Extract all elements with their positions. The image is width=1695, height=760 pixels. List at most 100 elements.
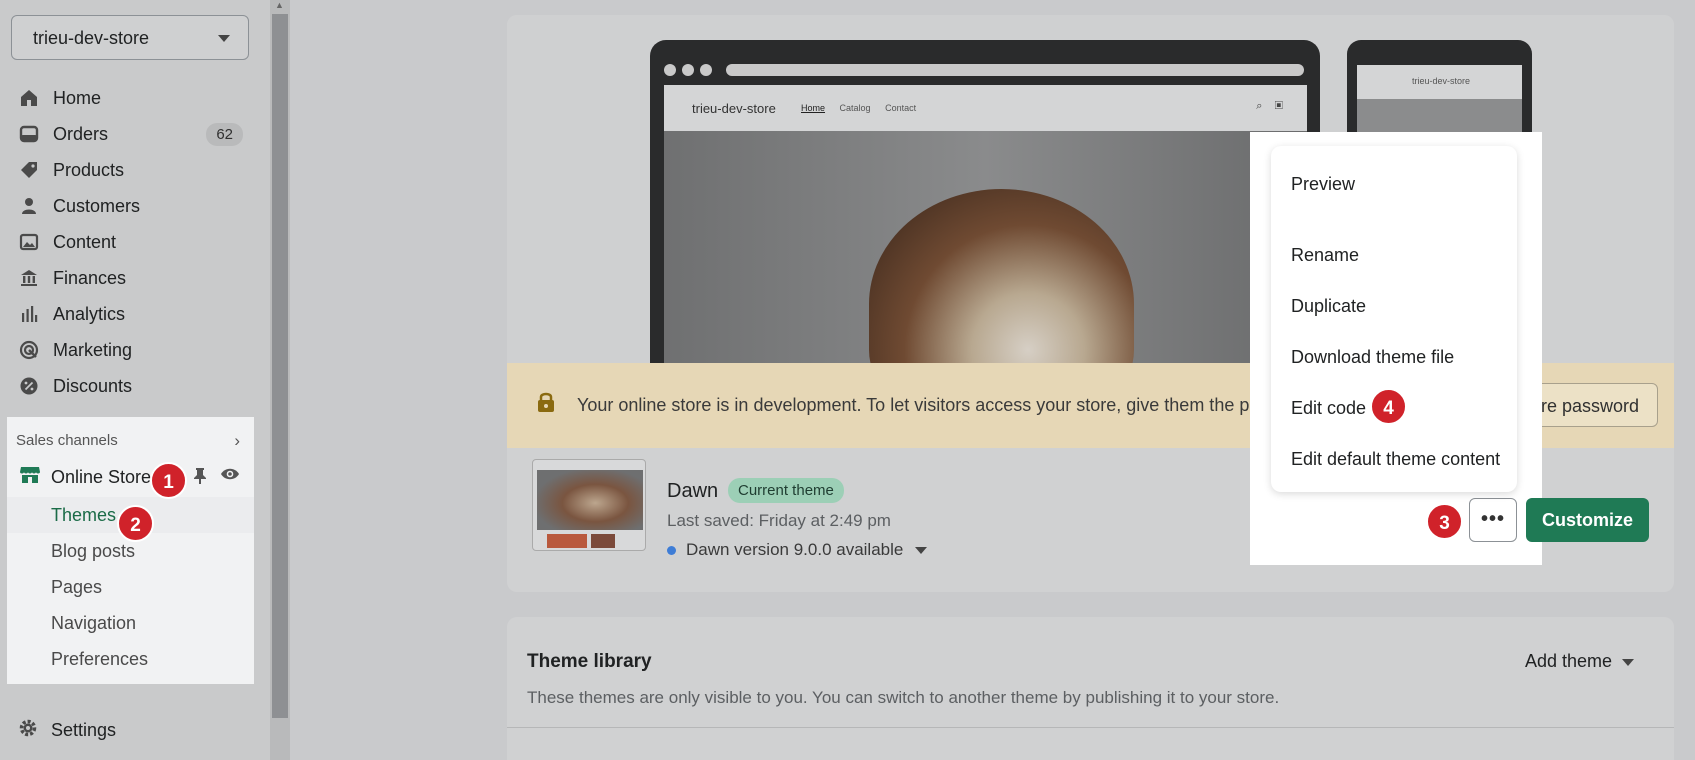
nav-item-label: Home xyxy=(53,87,102,108)
thumbnail-image xyxy=(537,470,643,530)
cart-icon: ▣ xyxy=(1274,100,1283,112)
bar-chart-icon xyxy=(18,303,40,325)
pin-icon[interactable] xyxy=(193,467,207,490)
menu-item-label: Edit default theme content xyxy=(1291,449,1501,469)
eye-icon[interactable] xyxy=(220,466,240,487)
mobile-site-name: trieu-dev-store xyxy=(1412,76,1471,86)
version-update-dropdown[interactable]: Dawn version 9.0.0 available xyxy=(667,540,928,560)
theme-thumbnail xyxy=(532,459,646,551)
current-theme-badge: Current theme xyxy=(728,478,844,503)
mushroom-image xyxy=(869,189,1134,363)
scroll-up-arrow-icon[interactable]: ▲ xyxy=(275,0,284,10)
nav-item-label: Discounts xyxy=(53,375,133,396)
menu-item-label: Edit code xyxy=(1291,398,1367,418)
sub-item-label: Blog posts xyxy=(51,540,136,561)
window-dot xyxy=(700,64,712,76)
step-marker-1: 1 xyxy=(150,462,187,499)
site-link-contact: Contact xyxy=(885,103,917,113)
nav-item-label: Customers xyxy=(53,195,141,216)
online-store-label: Online Store xyxy=(51,466,152,487)
step-marker-4: 4 xyxy=(1370,388,1407,425)
nav-item-content[interactable]: Content xyxy=(0,224,255,260)
sidebar-item-navigation[interactable]: Navigation xyxy=(7,605,254,641)
sidebar-item-preferences[interactable]: Preferences xyxy=(7,641,254,677)
content-icon xyxy=(18,231,40,253)
nav-item-settings[interactable]: Settings xyxy=(0,712,255,748)
site-header: trieu-dev-store Home Catalog Contact ⌕ ▣ xyxy=(664,85,1307,131)
discount-icon xyxy=(18,375,40,397)
gear-icon xyxy=(18,718,38,743)
thumbnail-strip xyxy=(547,534,587,548)
theme-library-description: These themes are only visible to you. Yo… xyxy=(527,688,1280,707)
sidebar-item-pages[interactable]: Pages xyxy=(7,569,254,605)
address-bar xyxy=(726,64,1304,76)
step-marker-2: 2 xyxy=(117,505,154,542)
banner-message: Your online store is in development. To … xyxy=(577,395,1301,415)
update-dot-icon xyxy=(667,546,676,555)
sidebar: trieu-dev-store Home Orders 62 Products … xyxy=(0,0,270,760)
sub-item-label: Preferences xyxy=(51,648,149,669)
theme-library-title: Theme library xyxy=(527,651,652,672)
sidebar-scrollbar-thumb[interactable] xyxy=(272,14,288,718)
home-icon xyxy=(18,87,40,109)
step-marker-3: 3 xyxy=(1426,503,1463,540)
nav-item-home[interactable]: Home xyxy=(0,80,255,116)
thumbnail-strip xyxy=(591,534,615,548)
site-header-icons: ⌕ ▣ xyxy=(1256,100,1283,113)
chevron-down-icon xyxy=(915,547,928,555)
add-theme-button[interactable]: Add theme xyxy=(1525,651,1635,672)
menu-item-edit-default-theme-content[interactable]: Edit default theme content xyxy=(1291,449,1500,470)
theme-library-card: Theme library These themes are only visi… xyxy=(507,617,1674,760)
sales-channels-section: Sales channels › Online Store Themes Blo… xyxy=(7,417,254,684)
menu-item-preview[interactable]: Preview xyxy=(1291,174,1355,195)
hero-image xyxy=(664,131,1307,363)
menu-item-label: Download theme file xyxy=(1291,347,1455,367)
settings-label: Settings xyxy=(51,719,117,740)
person-icon xyxy=(18,195,40,217)
nav-item-label: Finances xyxy=(53,267,127,288)
menu-item-rename[interactable]: Rename xyxy=(1291,245,1359,266)
nav-item-analytics[interactable]: Analytics xyxy=(0,296,255,332)
nav-item-orders[interactable]: Orders 62 xyxy=(0,116,255,152)
nav-item-marketing[interactable]: Marketing xyxy=(0,332,255,368)
customize-button[interactable]: Customize xyxy=(1526,498,1649,542)
menu-item-download-theme-file[interactable]: Download theme file xyxy=(1291,347,1454,368)
site-link-home: Home xyxy=(801,103,826,113)
tag-icon xyxy=(18,159,40,181)
divider xyxy=(507,727,1674,728)
chevron-right-icon[interactable]: › xyxy=(234,431,240,451)
nav-item-online-store[interactable]: Online Store xyxy=(7,457,254,497)
search-icon: ⌕ xyxy=(1256,100,1263,112)
nav-item-customers[interactable]: Customers xyxy=(0,188,255,224)
add-theme-label: Add theme xyxy=(1525,651,1613,671)
store-selector[interactable]: trieu-dev-store xyxy=(11,15,249,60)
more-actions-button[interactable]: ••• xyxy=(1469,498,1517,542)
sub-item-label: Pages xyxy=(51,576,103,597)
version-label: Dawn version 9.0.0 available xyxy=(686,540,904,559)
site-links: Home Catalog Contact xyxy=(801,103,928,113)
site-name: trieu-dev-store xyxy=(692,101,776,116)
nav-item-label: Marketing xyxy=(53,339,133,360)
theme-actions-menu: Preview Rename Duplicate Download theme … xyxy=(1271,146,1517,492)
orders-icon xyxy=(18,123,40,145)
site-link-catalog: Catalog xyxy=(839,103,871,113)
theme-name: Dawn xyxy=(667,480,719,502)
sub-item-label: Navigation xyxy=(51,612,137,633)
nav-item-finances[interactable]: Finances xyxy=(0,260,255,296)
nav-item-discounts[interactable]: Discounts xyxy=(0,368,255,404)
nav-item-label: Analytics xyxy=(53,303,126,324)
mobile-site-header: trieu-dev-store xyxy=(1357,65,1522,99)
sub-item-label: Themes xyxy=(51,504,117,525)
target-icon xyxy=(18,339,40,361)
nav-item-label: Products xyxy=(53,159,125,180)
main-nav: Home Orders 62 Products Customers Conten… xyxy=(0,80,255,404)
desktop-preview: trieu-dev-store Home Catalog Contact ⌕ ▣ xyxy=(650,40,1320,363)
more-dots-icon: ••• xyxy=(1480,508,1505,530)
chevron-down-icon xyxy=(1622,658,1635,666)
menu-item-edit-code[interactable]: Edit code xyxy=(1291,398,1366,419)
menu-item-label: Rename xyxy=(1291,245,1360,265)
sales-channels-heading: Sales channels xyxy=(16,432,118,449)
nav-item-products[interactable]: Products xyxy=(0,152,255,188)
menu-item-duplicate[interactable]: Duplicate xyxy=(1291,296,1366,317)
storefront-icon xyxy=(19,465,41,490)
